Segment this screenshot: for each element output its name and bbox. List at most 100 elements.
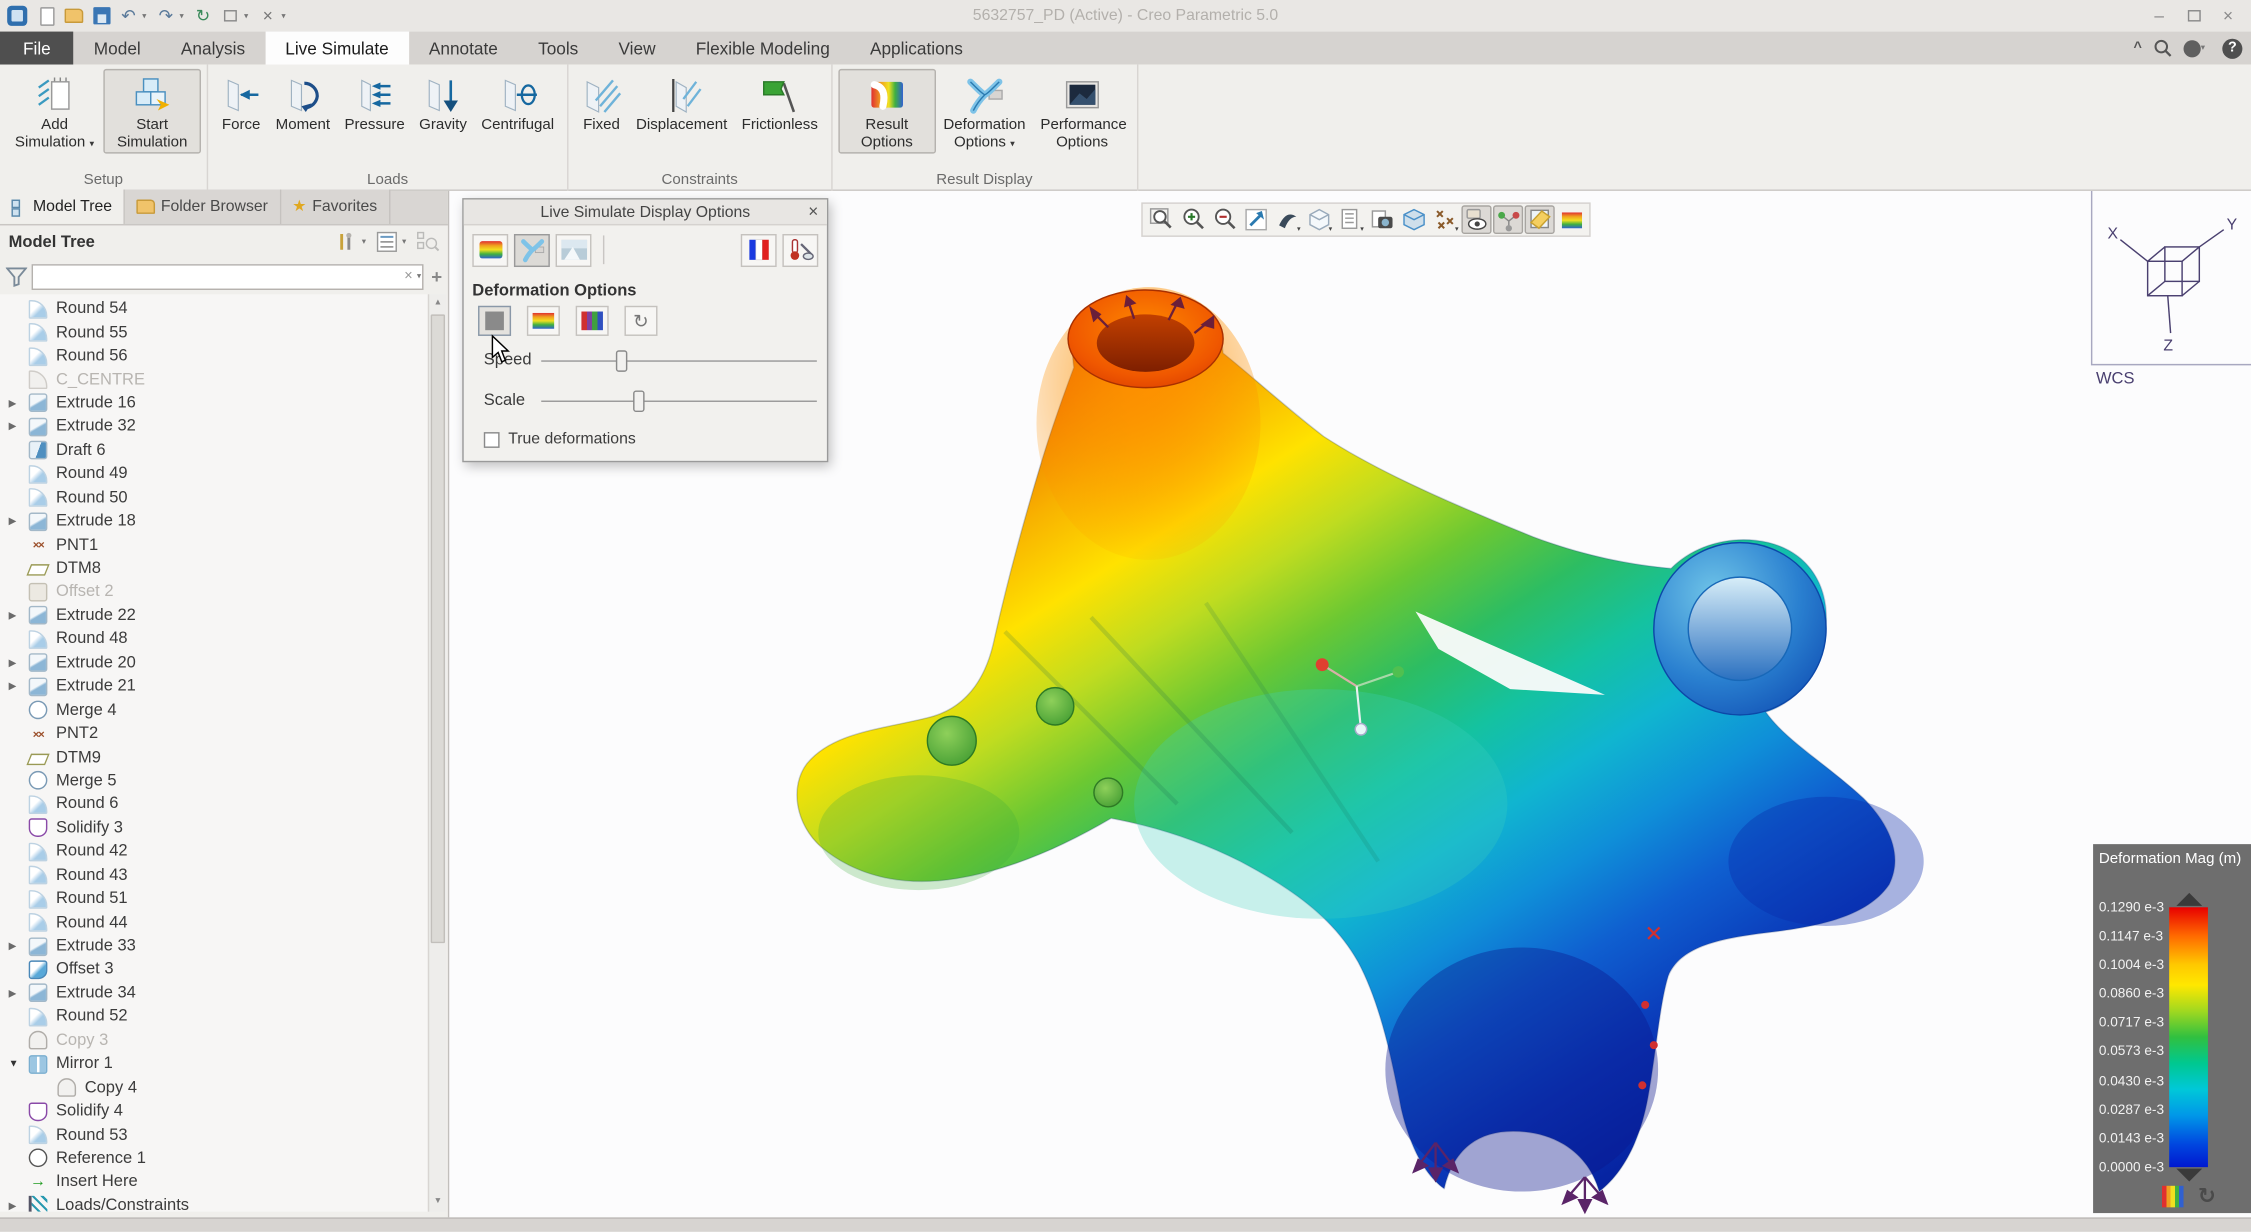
expand-icon[interactable]: ▶ bbox=[9, 940, 29, 951]
tree-item[interactable]: Round 49 bbox=[0, 462, 428, 486]
speed-slider-handle[interactable] bbox=[616, 350, 627, 372]
result-legend[interactable]: Deformation Mag (m) 0.1290 e-3 0.1147 e-… bbox=[2093, 844, 2251, 1213]
windows-button[interactable] bbox=[218, 4, 242, 27]
customize-quick-access-button[interactable]: ▾ bbox=[281, 11, 291, 21]
maximize-button[interactable] bbox=[2176, 6, 2210, 26]
tab-file[interactable]: File bbox=[0, 32, 74, 65]
zoom-out-icon[interactable] bbox=[1209, 205, 1239, 234]
tree-item[interactable]: Offset 3 bbox=[0, 958, 428, 982]
force-button[interactable]: Force bbox=[214, 69, 269, 137]
legend-fringe-icon[interactable] bbox=[2162, 1185, 2184, 1207]
deformation-mode-icon[interactable] bbox=[514, 233, 550, 266]
tree-tools-dropdown[interactable]: ▾ bbox=[362, 237, 372, 247]
scroll-down-icon[interactable]: ▼ bbox=[429, 1193, 446, 1212]
save-button[interactable] bbox=[89, 4, 113, 27]
tree-item[interactable]: Round 42 bbox=[0, 840, 428, 864]
scroll-up-icon[interactable]: ▲ bbox=[429, 294, 446, 313]
true-deformations-checkbox[interactable] bbox=[484, 431, 500, 447]
tree-item[interactable]: Round 50 bbox=[0, 486, 428, 510]
open-button[interactable] bbox=[62, 4, 86, 27]
tree-item[interactable]: ▼Mirror 1 bbox=[0, 1052, 428, 1076]
tree-filters-dropdown[interactable]: ▾ bbox=[402, 237, 412, 247]
new-file-button[interactable] bbox=[34, 4, 58, 27]
shading-style-icon[interactable]: ▾ bbox=[1272, 205, 1302, 234]
centrifugal-button[interactable]: Centrifugal bbox=[474, 69, 561, 137]
tree-item[interactable]: Round 6 bbox=[0, 793, 428, 817]
tree-item[interactable]: Round 56 bbox=[0, 344, 428, 368]
view-manager-icon[interactable] bbox=[1367, 205, 1397, 234]
tree-item[interactable]: Offset 2 bbox=[0, 580, 428, 604]
tree-scrollbar[interactable]: ▲ ▼ bbox=[428, 294, 447, 1211]
displacement-button[interactable]: Displacement bbox=[629, 69, 735, 137]
collapse-ribbon-button[interactable]: ^ bbox=[2134, 40, 2142, 56]
fringe-display-icon[interactable] bbox=[1556, 205, 1586, 234]
undo-dropdown[interactable]: ▾ bbox=[142, 11, 152, 21]
deformation-options-button[interactable]: Deformation Options ▾ bbox=[936, 69, 1034, 155]
tree-item[interactable]: Copy 4 bbox=[0, 1076, 428, 1100]
tree-item[interactable]: Solidify 4 bbox=[0, 1099, 428, 1123]
tree-item[interactable]: Round 52 bbox=[0, 1005, 428, 1029]
tree-item[interactable]: Round 51 bbox=[0, 887, 428, 911]
tree-item[interactable]: ▶Extrude 34 bbox=[0, 981, 428, 1005]
legend-refresh-icon[interactable]: ↻ bbox=[2198, 1183, 2216, 1209]
tab-annotate[interactable]: Annotate bbox=[409, 32, 518, 65]
tree-item[interactable]: DTM9 bbox=[0, 746, 428, 770]
dialog-title-bar[interactable]: Live Simulate Display Options × bbox=[464, 200, 827, 226]
dialog-close-icon[interactable]: × bbox=[808, 201, 818, 221]
live-simulate-display-options-dialog[interactable]: Live Simulate Display Options × bbox=[462, 198, 828, 462]
tab-analysis[interactable]: Analysis bbox=[161, 32, 265, 65]
redo-button[interactable]: ↷ bbox=[154, 4, 178, 27]
frictionless-button[interactable]: Frictionless bbox=[734, 69, 825, 137]
banded-fringe-deformation-icon[interactable] bbox=[576, 306, 609, 336]
tree-search-input[interactable] bbox=[32, 263, 423, 289]
speed-slider[interactable] bbox=[541, 350, 817, 372]
search-add-button[interactable]: + bbox=[431, 266, 442, 288]
scale-slider[interactable] bbox=[541, 390, 817, 412]
close-button[interactable]: × bbox=[2211, 6, 2245, 26]
moment-button[interactable]: Moment bbox=[268, 69, 337, 137]
tree-item[interactable]: Copy 3 bbox=[0, 1029, 428, 1053]
regenerate-button[interactable]: ↻ bbox=[191, 4, 215, 27]
undo-button[interactable]: ↶ bbox=[116, 4, 140, 27]
result-options-button[interactable]: Result Options bbox=[838, 69, 936, 154]
saved-views-icon[interactable]: ▾ bbox=[1335, 205, 1365, 234]
redo-dropdown[interactable]: ▾ bbox=[179, 11, 189, 21]
tree-item[interactable]: ▶Extrude 18 bbox=[0, 510, 428, 534]
tree-item[interactable]: Round 55 bbox=[0, 321, 428, 345]
tab-favorites[interactable]: ★Favorites bbox=[281, 189, 390, 223]
tree-item[interactable]: ××PNT2 bbox=[0, 722, 428, 746]
tree-item[interactable]: Merge 5 bbox=[0, 769, 428, 793]
tree-item[interactable]: ▶Extrude 32 bbox=[0, 415, 428, 439]
expand-icon[interactable]: ▶ bbox=[9, 516, 29, 527]
no-color-deformation-icon[interactable] bbox=[478, 306, 511, 336]
expand-icon[interactable]: ▶ bbox=[9, 1200, 29, 1211]
tree-item[interactable]: Solidify 3 bbox=[0, 816, 428, 840]
tab-flexible-modeling[interactable]: Flexible Modeling bbox=[676, 32, 850, 65]
windows-dropdown[interactable]: ▾ bbox=[244, 11, 254, 21]
expand-icon[interactable]: ▶ bbox=[9, 657, 29, 668]
tree-item[interactable]: ××PNT1 bbox=[0, 533, 428, 557]
tree-item[interactable]: Round 43 bbox=[0, 864, 428, 888]
graphics-area[interactable]: X Y Z WCS ▾ ▾ ▾ ▾ Live Simul bbox=[449, 191, 2251, 1217]
close-window-button[interactable]: × bbox=[256, 4, 280, 27]
smooth-fringe-deformation-icon[interactable] bbox=[527, 306, 560, 336]
tab-view[interactable]: View bbox=[598, 32, 675, 65]
fringe-mode-icon[interactable] bbox=[472, 233, 508, 266]
annotation-display-icon[interactable] bbox=[1461, 205, 1491, 234]
tree-item[interactable]: ▶Extrude 20 bbox=[0, 651, 428, 675]
expand-icon[interactable]: ▶ bbox=[9, 610, 29, 621]
tree-item[interactable]: Round 54 bbox=[0, 297, 428, 321]
tree-item[interactable]: ▶Loads/Constraints bbox=[0, 1194, 428, 1212]
tree-item[interactable]: Draft 6 bbox=[0, 439, 428, 463]
animate-deformation-icon[interactable]: ↻ bbox=[624, 306, 657, 336]
tree-item[interactable]: Round 53 bbox=[0, 1123, 428, 1147]
scroll-thumb[interactable] bbox=[431, 314, 445, 943]
tree-filters-icon[interactable] bbox=[376, 231, 398, 253]
display-style-icon[interactable]: ▾ bbox=[1304, 205, 1334, 234]
performance-options-button[interactable]: Performance Options bbox=[1033, 69, 1131, 154]
expand-icon[interactable]: ▶ bbox=[9, 988, 29, 999]
expand-icon[interactable]: ▶ bbox=[9, 398, 29, 409]
tree-item[interactable]: ▶Extrude 22 bbox=[0, 604, 428, 628]
tab-model[interactable]: Model bbox=[74, 32, 161, 65]
tree-search-settings-icon[interactable] bbox=[416, 231, 439, 253]
